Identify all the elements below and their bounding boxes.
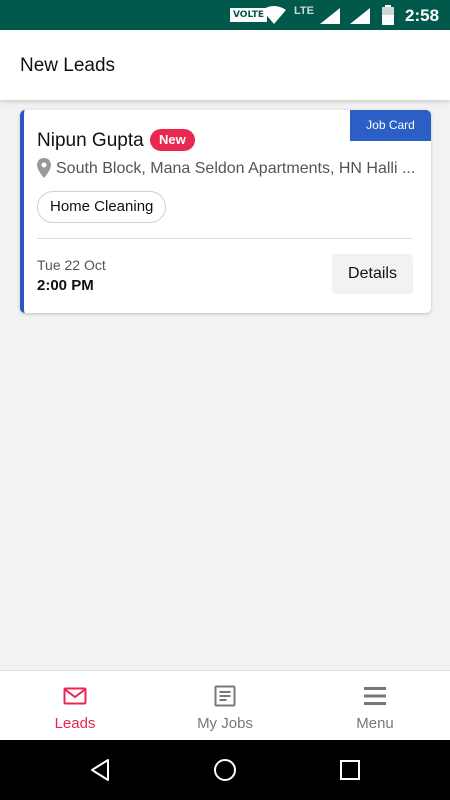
nav-label-menu: Menu <box>356 715 394 732</box>
appointment-time: 2:00 PM <box>37 277 94 294</box>
system-nav-bar <box>0 740 450 800</box>
lead-card[interactable]: Job Card Nipun Gupta New South Block, Ma… <box>20 110 431 313</box>
battery-icon <box>382 5 394 25</box>
hamburger-icon <box>364 687 386 705</box>
signal-icon <box>350 8 370 24</box>
nav-label-leads: Leads <box>54 715 96 732</box>
nav-label-my-jobs: My Jobs <box>197 715 253 732</box>
status-bar: VOLTE LTE 2:58 <box>0 0 450 30</box>
document-icon <box>214 685 236 707</box>
address: South Block, Mana Seldon Apartments, HN … <box>56 160 416 177</box>
nav-item-my-jobs[interactable]: My Jobs <box>150 671 300 741</box>
app-bar: New Leads <box>0 30 450 100</box>
clock: 2:58 <box>405 6 440 25</box>
recents-icon[interactable] <box>338 758 362 782</box>
bottom-nav: Leads My Jobs Menu <box>0 670 450 740</box>
job-card-button[interactable]: Job Card <box>350 110 431 141</box>
customer-name: Nipun Gupta <box>37 130 144 151</box>
signal-icon <box>320 8 340 24</box>
location-pin-icon <box>37 158 51 178</box>
back-icon[interactable] <box>88 758 112 782</box>
wifi-icon <box>262 6 286 24</box>
mail-icon <box>63 687 87 705</box>
nav-item-menu[interactable]: Menu <box>300 671 450 741</box>
appointment-date: Tue 22 Oct <box>37 257 106 273</box>
service-chip: Home Cleaning <box>37 191 167 223</box>
divider <box>37 238 412 239</box>
home-icon[interactable] <box>213 758 237 782</box>
network-type: LTE <box>294 5 314 17</box>
nav-item-leads[interactable]: Leads <box>0 671 150 741</box>
status-badge: New <box>150 129 195 151</box>
details-button[interactable]: Details <box>332 254 413 294</box>
page-title: New Leads <box>20 55 116 76</box>
